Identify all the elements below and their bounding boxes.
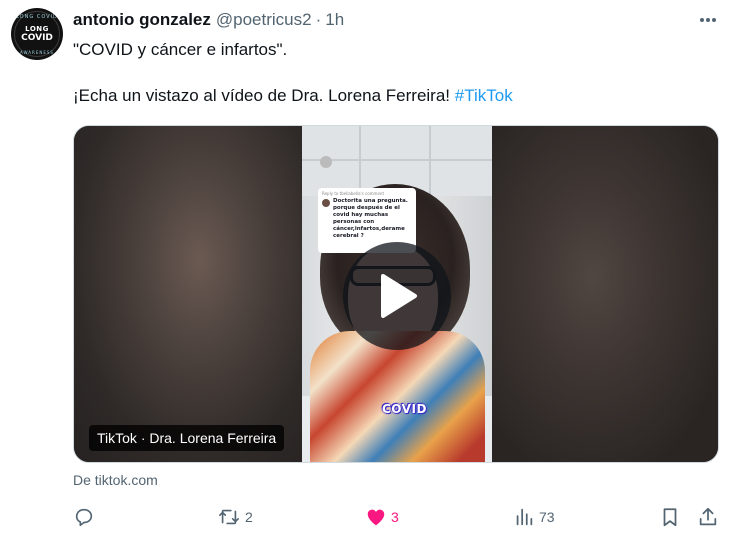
tweet-text-blank <box>73 61 713 84</box>
share-icon <box>699 507 717 526</box>
card-source-link[interactable]: De tiktok.com <box>73 472 158 488</box>
views-icon <box>516 508 533 526</box>
media-source-badge: TikTok · Dra. Lorena Ferreira <box>89 425 285 451</box>
author-handle[interactable]: @poetricus2 <box>216 10 312 30</box>
author-name[interactable]: antonio gonzalez <box>73 10 211 30</box>
like-button[interactable]: 3 <box>365 503 399 531</box>
heart-filled-icon <box>367 509 385 526</box>
avatar-bottom-text: AWARENESS <box>20 50 54 55</box>
person-scarf <box>310 331 485 462</box>
bookmark-icon <box>663 508 677 527</box>
retweet-count: 2 <box>245 509 253 525</box>
views-count: 73 <box>539 509 555 525</box>
like-count: 3 <box>391 509 399 525</box>
comment-bubble: Doctorita una pregunta. porque después d… <box>322 198 412 240</box>
avatar[interactable]: LONG COVID LONG COVID AWARENESS <box>11 8 63 60</box>
tweet-text: "COVID y cáncer e infartos". ¡Echa un vi… <box>73 38 713 107</box>
retweet-icon <box>219 509 239 525</box>
video-blur-left <box>74 126 302 462</box>
video-blur-right <box>490 126 718 462</box>
ceiling-light <box>320 156 332 168</box>
tweet-text-line1: "COVID y cáncer e infartos". <box>73 40 288 59</box>
tweet-header: antonio gonzalez @poetricus2 · 1h <box>73 9 344 31</box>
tweet-text-line2-body: ¡Echa un vistazo al vídeo de Dra. Lorena… <box>73 86 455 105</box>
comment-reply-label: Reply to tbellabella's comment <box>322 191 385 196</box>
tweet-time[interactable]: 1h <box>325 10 344 30</box>
more-horizontal-icon[interactable] <box>698 10 718 30</box>
tweet-text-line2: ¡Echa un vistazo al vídeo de Dra. Lorena… <box>73 84 713 107</box>
bookmark-button[interactable] <box>659 503 681 531</box>
separator-dot: · <box>315 10 322 29</box>
reply-icon <box>75 508 93 527</box>
avatar-top-text: LONG COVID <box>16 14 58 20</box>
retweet-button[interactable]: 2 <box>217 503 253 531</box>
comment-text: Doctorita una pregunta. porque después d… <box>333 198 408 239</box>
comment-avatar <box>322 199 330 207</box>
video-caption: COVID <box>382 402 427 416</box>
reply-button[interactable] <box>73 503 99 531</box>
play-icon <box>381 274 417 318</box>
share-button[interactable] <box>697 503 719 531</box>
action-bar: 2 3 73 <box>73 503 723 531</box>
hashtag-link[interactable]: #TikTok <box>455 86 513 105</box>
media-card[interactable]: Reply to tbellabella's comment Doctorita… <box>73 125 719 463</box>
views-button[interactable]: 73 <box>513 503 555 531</box>
play-button[interactable] <box>343 242 451 350</box>
